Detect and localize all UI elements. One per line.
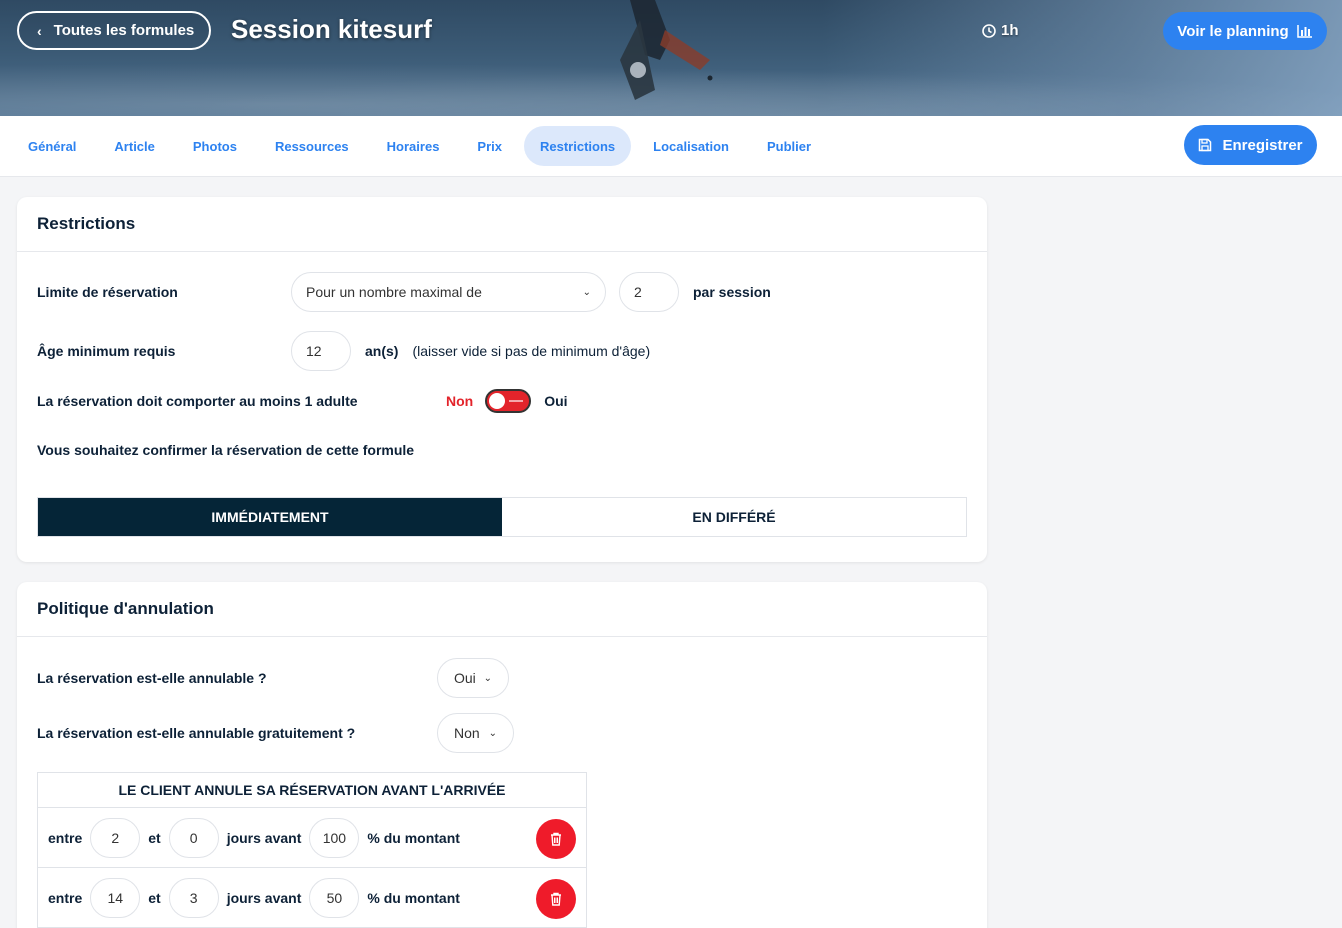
duration-text: 1h (1001, 22, 1019, 39)
duration-badge: 1h (982, 22, 1019, 39)
confirm-immediately-option[interactable]: IMMÉDIATEMENT (38, 498, 502, 536)
tab-horaires[interactable]: Horaires (371, 126, 456, 166)
free-cancel-label: La réservation est-elle annulable gratui… (37, 725, 356, 741)
min-age-row: Âge minimum requis 12 an(s) (laisser vid… (37, 331, 650, 371)
view-planning-button[interactable]: Voir le planning (1163, 12, 1327, 50)
min-age-input[interactable]: 12 (291, 331, 351, 371)
booking-limit-select-value: Pour un nombre maximal de (306, 284, 482, 300)
header-banner: ‹ Toutes les formules Session kitesurf 1… (0, 0, 1342, 116)
cancellable-select-value: Oui (454, 670, 476, 686)
cancellable-select[interactable]: Oui ⌄ (437, 658, 509, 698)
percent-suffix: % du montant (367, 889, 460, 906)
cancellation-rules-table: LE CLIENT ANNULE SA RÉSERVATION AVANT L'… (37, 772, 587, 928)
tab-general[interactable]: Général (12, 126, 92, 166)
planning-button-label: Voir le planning (1177, 22, 1289, 40)
booking-limit-select[interactable]: Pour un nombre maximal de ⌄ (291, 272, 606, 312)
cancellation-table-header: LE CLIENT ANNULE SA RÉSERVATION AVANT L'… (38, 773, 586, 808)
toggle-line (509, 400, 524, 402)
cancellable-label: La réservation est-elle annulable ? (37, 670, 267, 686)
tab-bar: Général Article Photos Ressources Horair… (0, 116, 1342, 177)
free-cancel-select[interactable]: Non ⌄ (437, 713, 514, 753)
back-to-formulas-button[interactable]: ‹ Toutes les formules (17, 11, 211, 50)
booking-limit-suffix: par session (693, 284, 771, 300)
save-button-label: Enregistrer (1222, 136, 1303, 154)
days-to-input[interactable]: 0 (168, 817, 219, 858)
percent-suffix: % du montant (367, 829, 460, 846)
days-to-input[interactable]: 3 (168, 877, 219, 918)
adult-required-no: Non (446, 393, 474, 409)
free-cancel-select-value: Non (454, 725, 480, 741)
days-from-input[interactable]: 2 (90, 817, 141, 858)
chevron-down-icon: ⌄ (483, 672, 492, 684)
between-label: entre (48, 889, 83, 906)
cancellation-title: Politique d'annulation (17, 582, 987, 637)
confirm-mode-switch: IMMÉDIATEMENT EN DIFFÉRÉ (37, 497, 967, 537)
percent-input[interactable]: 50 (309, 877, 360, 918)
kitesurfer-image (620, 0, 713, 100)
toggle-knob (489, 393, 506, 409)
confirm-label: Vous souhaitez confirmer la réservation … (37, 442, 415, 458)
confirm-row: Vous souhaitez confirmer la réservation … (37, 442, 414, 458)
adult-required-label: La réservation doit comporter au moins 1… (37, 393, 358, 409)
days-before-label: jours avant (226, 829, 302, 846)
save-button[interactable]: Enregistrer (1184, 125, 1317, 165)
delete-rule-button[interactable] (536, 819, 576, 859)
tab-photos[interactable]: Photos (177, 126, 253, 166)
restrictions-card: Restrictions Limite de réservation Pour … (17, 197, 987, 562)
and-label: et (148, 889, 161, 906)
chevron-down-icon: ⌄ (582, 286, 591, 298)
days-before-label: jours avant (226, 889, 302, 906)
table-row: entre 2 et 0 jours avant 100 % du montan… (38, 808, 586, 868)
tab-ressources[interactable]: Ressources (259, 126, 365, 166)
cancellation-card: Politique d'annulation La réservation es… (17, 582, 987, 928)
restrictions-title: Restrictions (17, 197, 987, 252)
free-cancel-row: La réservation est-elle annulable gratui… (37, 713, 514, 753)
delete-rule-button[interactable] (536, 879, 576, 919)
percent-input[interactable]: 100 (309, 817, 360, 858)
adult-required-toggle[interactable] (485, 389, 532, 413)
page-title: Session kitesurf (231, 14, 432, 44)
tab-localisation[interactable]: Localisation (637, 126, 745, 166)
clock-icon (982, 23, 996, 38)
bar-chart-icon (1296, 25, 1312, 38)
days-from-input[interactable]: 14 (90, 877, 141, 918)
tab-publier[interactable]: Publier (751, 126, 827, 166)
tab-prix[interactable]: Prix (461, 126, 518, 166)
min-age-unit: an(s) (365, 343, 399, 359)
trash-icon (551, 832, 561, 846)
booking-limit-label: Limite de réservation (37, 284, 178, 300)
cancellable-row: La réservation est-elle annulable ? Oui … (37, 658, 509, 698)
adult-required-row: La réservation doit comporter au moins 1… (37, 389, 568, 413)
back-button-label: Toutes les formules (53, 22, 195, 39)
chevron-down-icon: ⌄ (488, 727, 497, 739)
booking-limit-row: Limite de réservation Pour un nombre max… (37, 272, 771, 312)
and-label: et (148, 829, 161, 846)
adult-required-yes: Oui (544, 393, 568, 409)
min-age-label: Âge minimum requis (37, 343, 176, 359)
chevron-left-icon: ‹ (37, 22, 42, 39)
tabs: Général Article Photos Ressources Horair… (12, 126, 827, 166)
tab-restrictions[interactable]: Restrictions (524, 126, 632, 166)
min-age-hint: (laisser vide si pas de minimum d'âge) (412, 343, 651, 359)
floppy-disk-icon (1199, 138, 1212, 152)
confirm-deferred-option[interactable]: EN DIFFÉRÉ (502, 498, 966, 536)
table-row: entre 14 et 3 jours avant 50 % du montan… (38, 868, 586, 928)
between-label: entre (48, 829, 83, 846)
tab-article[interactable]: Article (98, 126, 170, 166)
booking-limit-input[interactable]: 2 (619, 272, 679, 312)
trash-icon (551, 892, 561, 906)
